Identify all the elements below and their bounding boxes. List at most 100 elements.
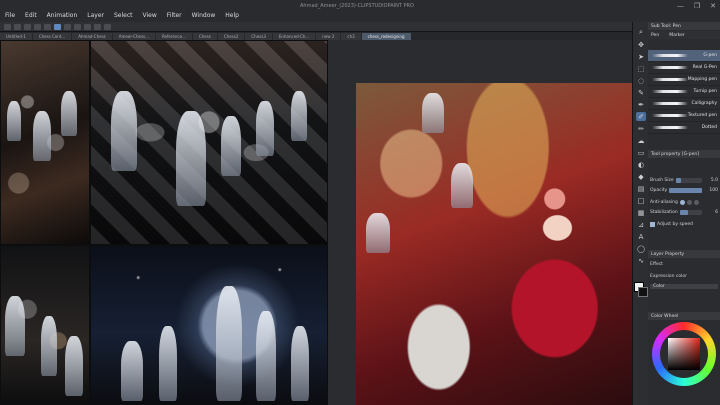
- brush-item[interactable]: Turnip pen: [648, 86, 720, 98]
- opacity-row[interactable]: Opacity 100: [650, 186, 718, 194]
- brush-size-slider[interactable]: [675, 177, 702, 183]
- adjust-by-speed-row[interactable]: Adjust by speed: [650, 220, 718, 228]
- anti-aliasing-option-icon[interactable]: [693, 199, 699, 205]
- redo-icon[interactable]: [44, 23, 51, 30]
- figure-icon[interactable]: □: [636, 196, 646, 205]
- anti-aliasing-option-icon[interactable]: [686, 199, 692, 205]
- opacity-slider[interactable]: [669, 187, 702, 193]
- tab-document[interactable]: new 2: [316, 33, 341, 40]
- tab-document[interactable]: Chess3: [245, 33, 272, 40]
- brush-item[interactable]: Mapping pen: [648, 74, 720, 86]
- stabilization-row[interactable]: Stabilization 6: [650, 208, 718, 216]
- eyedropper-icon[interactable]: ✎: [636, 88, 646, 97]
- background-color-swatch[interactable]: [638, 287, 648, 297]
- anti-aliasing-option-icon[interactable]: [679, 199, 685, 205]
- lasso-icon[interactable]: ◌: [636, 76, 646, 85]
- tab-document[interactable]: Untitled-1: [0, 33, 32, 40]
- text-icon[interactable]: A: [636, 232, 646, 241]
- menu-edit[interactable]: Edit: [20, 12, 42, 19]
- stabilization-slider[interactable]: [679, 209, 702, 215]
- chess-piece: [65, 336, 83, 396]
- opacity-label: Opacity: [650, 187, 668, 193]
- menu-animation[interactable]: Animation: [42, 12, 83, 19]
- brush-item[interactable]: Calligraphy: [648, 98, 720, 110]
- brush-item[interactable]: Real G-Pen: [648, 62, 720, 74]
- tab-document[interactable]: Reference...: [155, 33, 192, 40]
- reference-image-chess-4[interactable]: [90, 245, 328, 405]
- stabilization-label: Stabilization: [650, 209, 678, 215]
- brush-size-row[interactable]: Brush Size 5.0: [650, 176, 718, 184]
- new-file-icon[interactable]: [4, 23, 11, 30]
- balloon-icon[interactable]: ◯: [636, 244, 646, 253]
- brush-name: Mapping pen: [687, 77, 717, 82]
- selection-icon[interactable]: ⬚: [636, 64, 646, 73]
- open-file-icon[interactable]: [14, 23, 21, 30]
- menu-window[interactable]: Window: [187, 12, 221, 19]
- tab-document[interactable]: Chess2: [217, 33, 245, 40]
- move-icon[interactable]: ✥: [636, 40, 646, 49]
- menu-filter[interactable]: Filter: [162, 12, 187, 19]
- reference-image-chess-3[interactable]: [0, 245, 90, 405]
- menu-help[interactable]: Help: [220, 12, 244, 19]
- checkbox-icon[interactable]: [650, 221, 655, 227]
- tab-document[interactable]: ch3: [341, 33, 361, 40]
- tab-document[interactable]: Ameer-Chess...: [112, 33, 155, 40]
- gradient-icon[interactable]: ▤: [636, 184, 646, 193]
- menu-view[interactable]: View: [138, 12, 162, 19]
- menu-select[interactable]: Select: [109, 12, 138, 19]
- brush-stroke-preview: [652, 66, 688, 69]
- blend-icon[interactable]: ◐: [636, 160, 646, 169]
- tab-pen[interactable]: Pen: [651, 33, 659, 38]
- ruler-icon[interactable]: [94, 23, 101, 30]
- frame-icon[interactable]: ▦: [636, 208, 646, 217]
- snap-icon[interactable]: [84, 23, 91, 30]
- tab-document[interactable]: Ahmad-Chess: [72, 33, 112, 40]
- zoom-icon[interactable]: ⌕: [636, 28, 646, 37]
- menu-layer[interactable]: Layer: [82, 12, 109, 19]
- brush-stroke-preview: [652, 126, 688, 129]
- tab-document[interactable]: Chess Cont...: [32, 33, 72, 40]
- transform-icon[interactable]: [54, 23, 61, 30]
- chess-knight: [5, 296, 25, 356]
- tool-palette: ⌕ ✥ ➤ ⬚ ◌ ✎ ✒ ✐ ✏ ☁ ▭ ◐ ◆ ▤ □ ▦ ⊿ A ◯ ∿: [632, 22, 649, 405]
- effect-row: Effect: [650, 260, 718, 268]
- reference-image-chess-2[interactable]: [90, 40, 328, 245]
- chess-piece: [422, 93, 444, 133]
- ruler-icon[interactable]: ⊿: [636, 220, 646, 229]
- brush-tabs: Pen Marker: [648, 31, 720, 39]
- maximize-button[interactable]: ❐: [694, 2, 700, 10]
- settings-icon[interactable]: [104, 23, 111, 30]
- artwork-canvas[interactable]: [356, 83, 632, 405]
- tab-marker[interactable]: Marker: [669, 33, 685, 38]
- command-bar: [0, 22, 632, 32]
- brush-icon[interactable]: ✐: [636, 112, 646, 121]
- expression-color-select[interactable]: Color: [650, 282, 718, 290]
- pen-icon[interactable]: ✒: [636, 100, 646, 109]
- brush-item[interactable]: Dotted: [648, 122, 720, 134]
- airbrush-icon[interactable]: ☁: [636, 136, 646, 145]
- tab-document[interactable]: Enhanced-Ch...: [272, 33, 316, 40]
- minimize-button[interactable]: —: [677, 2, 684, 10]
- eraser-icon[interactable]: ▭: [636, 148, 646, 157]
- save-icon[interactable]: [24, 23, 31, 30]
- brush-name: Real G-Pen: [692, 65, 717, 70]
- expression-color-value[interactable]: Color: [650, 283, 718, 289]
- deselect-icon[interactable]: [64, 23, 71, 30]
- brush-item[interactable]: Textured pen: [648, 110, 720, 122]
- brush-panel-header: Sub Tool: Pen: [648, 22, 720, 30]
- anti-aliasing-row[interactable]: Anti-aliasing: [650, 198, 718, 206]
- brush-item[interactable]: G-pen: [648, 50, 720, 62]
- menu-file[interactable]: File: [0, 12, 20, 19]
- operation-icon[interactable]: ➤: [636, 52, 646, 61]
- fill-icon[interactable]: [74, 23, 81, 30]
- close-button[interactable]: ✕: [710, 2, 716, 10]
- correct-line-icon[interactable]: ∿: [636, 256, 646, 265]
- document-tabs: Untitled-1 Chess Cont... Ahmad-Chess Ame…: [0, 32, 632, 40]
- tab-document[interactable]: Chess: [192, 33, 217, 40]
- fill-icon[interactable]: ◆: [636, 172, 646, 181]
- color-saturation-square[interactable]: [668, 338, 700, 370]
- reference-image-chess-1[interactable]: [0, 40, 90, 245]
- pencil-icon[interactable]: ✏: [636, 124, 646, 133]
- undo-icon[interactable]: [34, 23, 41, 30]
- tab-active-document[interactable]: chess_redesigning: [361, 33, 411, 40]
